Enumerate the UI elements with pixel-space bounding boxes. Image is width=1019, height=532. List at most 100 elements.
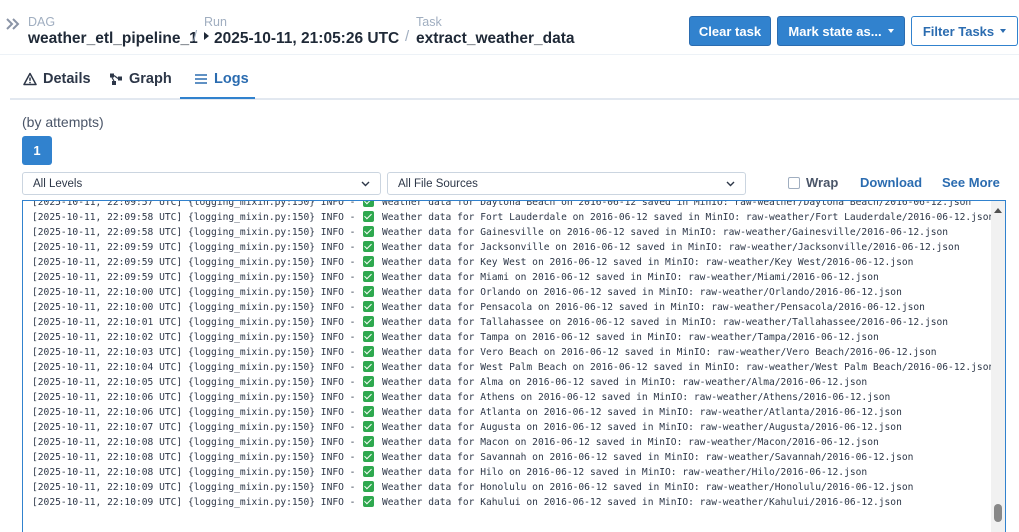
- log-message: Weather data for Macon on 2016-06-12 sav…: [376, 437, 879, 448]
- log-line: [2025-10-11, 22:09:59 UTC] {logging_mixi…: [32, 255, 997, 270]
- log-line: [2025-10-11, 22:09:58 UTC] {logging_mixi…: [32, 210, 997, 225]
- log-scrollbar[interactable]: [991, 201, 1005, 532]
- see-more-link[interactable]: See More: [942, 175, 1000, 190]
- log-line: [2025-10-11, 22:10:06 UTC] {logging_mixi…: [32, 405, 997, 420]
- check-mark-icon: [363, 346, 375, 357]
- log-prefix: [2025-10-11, 22:10:08 UTC] {logging_mixi…: [32, 452, 362, 463]
- log-message: Weather data for Miami on 2016-06-12 sav…: [376, 272, 879, 283]
- log-prefix: [2025-10-11, 22:09:59 UTC] {logging_mixi…: [32, 242, 362, 253]
- log-message: Weather data for Key West on 2016-06-12 …: [376, 257, 914, 268]
- scroll-thumb[interactable]: [994, 504, 1002, 522]
- task-header: DAG weather_etl_pipeline_1 / Run 2025-10…: [0, 0, 1019, 56]
- log-prefix: [2025-10-11, 22:10:00 UTC] {logging_mixi…: [32, 287, 362, 298]
- check-mark-icon: [363, 406, 375, 417]
- log-line: [2025-10-11, 22:10:09 UTC] {logging_mixi…: [32, 495, 997, 510]
- log-prefix: [2025-10-11, 22:10:07 UTC] {logging_mixi…: [32, 422, 362, 433]
- check-mark-icon: [363, 481, 375, 492]
- double-chevron-right-icon[interactable]: [6, 14, 20, 34]
- log-line: [2025-10-11, 22:10:08 UTC] {logging_mixi…: [32, 435, 997, 450]
- check-mark-icon: [363, 241, 375, 252]
- wrap-label[interactable]: Wrap: [806, 175, 838, 190]
- breadcrumb-task-value[interactable]: extract_weather_data: [416, 30, 575, 48]
- log-message: Weather data for Vero Beach on 2016-06-1…: [376, 347, 937, 358]
- clear-task-button[interactable]: Clear task: [689, 16, 771, 46]
- log-prefix: [2025-10-11, 22:10:05 UTC] {logging_mixi…: [32, 377, 362, 388]
- log-line: [2025-10-11, 22:10:08 UTC] {logging_mixi…: [32, 450, 997, 465]
- log-message: Weather data for Fort Lauderdale on 2016…: [376, 212, 995, 223]
- log-line: [2025-10-11, 22:10:03 UTC] {logging_mixi…: [32, 345, 997, 360]
- log-prefix: [2025-10-11, 22:10:06 UTC] {logging_mixi…: [32, 392, 362, 403]
- breadcrumb-task[interactable]: Task extract_weather_data: [416, 16, 575, 48]
- log-line: [2025-10-11, 22:10:02 UTC] {logging_mixi…: [32, 330, 997, 345]
- check-mark-icon: [363, 376, 375, 387]
- chevron-down-icon: [726, 181, 735, 187]
- attempt-1-button[interactable]: 1: [22, 136, 52, 165]
- log-prefix: [2025-10-11, 22:10:00 UTC] {logging_mixi…: [32, 302, 362, 313]
- log-line: [2025-10-11, 22:09:58 UTC] {logging_mixi…: [32, 225, 997, 240]
- log-message: Weather data for Atlanta on 2016-06-12 s…: [376, 407, 902, 418]
- log-message: Weather data for Savannah on 2016-06-12 …: [376, 452, 914, 463]
- graph-icon: [110, 73, 122, 85]
- tab-details[interactable]: Details: [23, 60, 91, 98]
- log-prefix: [2025-10-11, 22:10:06 UTC] {logging_mixi…: [32, 407, 362, 418]
- wrap-checkbox[interactable]: [788, 177, 800, 189]
- tab-graph[interactable]: Graph: [109, 60, 172, 98]
- download-link[interactable]: Download: [860, 175, 922, 190]
- log-line: [2025-10-11, 22:09:57 UTC] {logging_mixi…: [32, 200, 997, 210]
- tab-logs[interactable]: Logs: [194, 60, 249, 98]
- check-mark-icon: [363, 201, 375, 207]
- scroll-up-arrow-icon[interactable]: [994, 208, 1002, 213]
- caret-down-icon: [887, 29, 894, 33]
- header-divider: [0, 54, 1019, 55]
- check-mark-icon: [363, 211, 375, 222]
- mark-state-button[interactable]: Mark state as...: [777, 16, 905, 46]
- log-line: [2025-10-11, 22:10:04 UTC] {logging_mixi…: [32, 360, 997, 375]
- list-icon: [195, 74, 207, 84]
- log-message: Weather data for Tallahassee on 2016-06-…: [376, 317, 949, 328]
- log-prefix: [2025-10-11, 22:10:01 UTC] {logging_mixi…: [32, 317, 362, 328]
- chevron-down-icon: [361, 181, 370, 187]
- log-message: Weather data for Orlando on 2016-06-12 s…: [376, 287, 902, 298]
- breadcrumb-dag-value[interactable]: weather_etl_pipeline_1: [28, 30, 198, 48]
- check-mark-icon: [363, 286, 375, 297]
- log-prefix: [2025-10-11, 22:10:04 UTC] {logging_mixi…: [32, 362, 362, 373]
- log-message: Weather data for Honolulu on 2016-06-12 …: [376, 482, 914, 493]
- log-line: [2025-10-11, 22:10:00 UTC] {logging_mixi…: [32, 285, 997, 300]
- breadcrumb-run[interactable]: Run 2025-10-11, 21:05:26 UTC: [204, 16, 399, 48]
- log-line: [2025-10-11, 22:09:59 UTC] {logging_mixi…: [32, 240, 997, 255]
- breadcrumb-dag[interactable]: DAG weather_etl_pipeline_1: [28, 16, 198, 48]
- log-message: Weather data for Gainesville on 2016-06-…: [376, 227, 949, 238]
- log-message: Weather data for Daytona Beach on 2016-0…: [376, 200, 972, 208]
- log-message: Weather data for Tampa on 2016-06-12 sav…: [376, 332, 879, 343]
- log-prefix: [2025-10-11, 22:09:58 UTC] {logging_mixi…: [32, 227, 362, 238]
- log-line: [2025-10-11, 22:10:09 UTC] {logging_mixi…: [32, 480, 997, 495]
- check-mark-icon: [363, 421, 375, 432]
- log-prefix: [2025-10-11, 22:09:57 UTC] {logging_mixi…: [32, 200, 362, 208]
- breadcrumb-dag-label: DAG: [28, 15, 56, 29]
- check-mark-icon: [363, 451, 375, 462]
- log-prefix: [2025-10-11, 22:10:08 UTC] {logging_mixi…: [32, 467, 362, 478]
- log-line: [2025-10-11, 22:09:59 UTC] {logging_mixi…: [32, 270, 997, 285]
- check-mark-icon: [363, 271, 375, 282]
- check-mark-icon: [363, 466, 375, 477]
- filter-tasks-button[interactable]: Filter Tasks: [911, 16, 1018, 46]
- log-line: [2025-10-11, 22:10:07 UTC] {logging_mixi…: [32, 420, 997, 435]
- check-mark-icon: [363, 361, 375, 372]
- breadcrumb-run-value[interactable]: 2025-10-11, 21:05:26 UTC: [214, 30, 399, 47]
- active-tab-indicator: [180, 97, 255, 99]
- log-message: Weather data for Athens on 2016-06-12 sa…: [376, 392, 891, 403]
- log-prefix: [2025-10-11, 22:10:09 UTC] {logging_mixi…: [32, 482, 362, 493]
- log-prefix: [2025-10-11, 22:09:58 UTC] {logging_mixi…: [32, 212, 362, 223]
- check-mark-icon: [363, 316, 375, 327]
- level-select[interactable]: All Levels: [22, 172, 381, 195]
- log-line: [2025-10-11, 22:10:01 UTC] {logging_mixi…: [32, 315, 997, 330]
- log-message: Weather data for Hilo on 2016-06-12 save…: [376, 467, 868, 478]
- log-message: Weather data for Jacksonville on 2016-06…: [376, 242, 960, 253]
- log-message: Weather data for Kahului on 2016-06-12 s…: [376, 497, 902, 508]
- warning-icon: [23, 72, 37, 86]
- file-source-select[interactable]: All File Sources: [387, 172, 746, 195]
- log-line: [2025-10-11, 22:10:00 UTC] {logging_mixi…: [32, 300, 997, 315]
- check-mark-icon: [363, 436, 375, 447]
- log-output[interactable]: [2025-10-11, 22:09:57 UTC] {logging_mixi…: [22, 200, 1006, 532]
- task-tabs: Details Graph Logs: [10, 60, 1019, 100]
